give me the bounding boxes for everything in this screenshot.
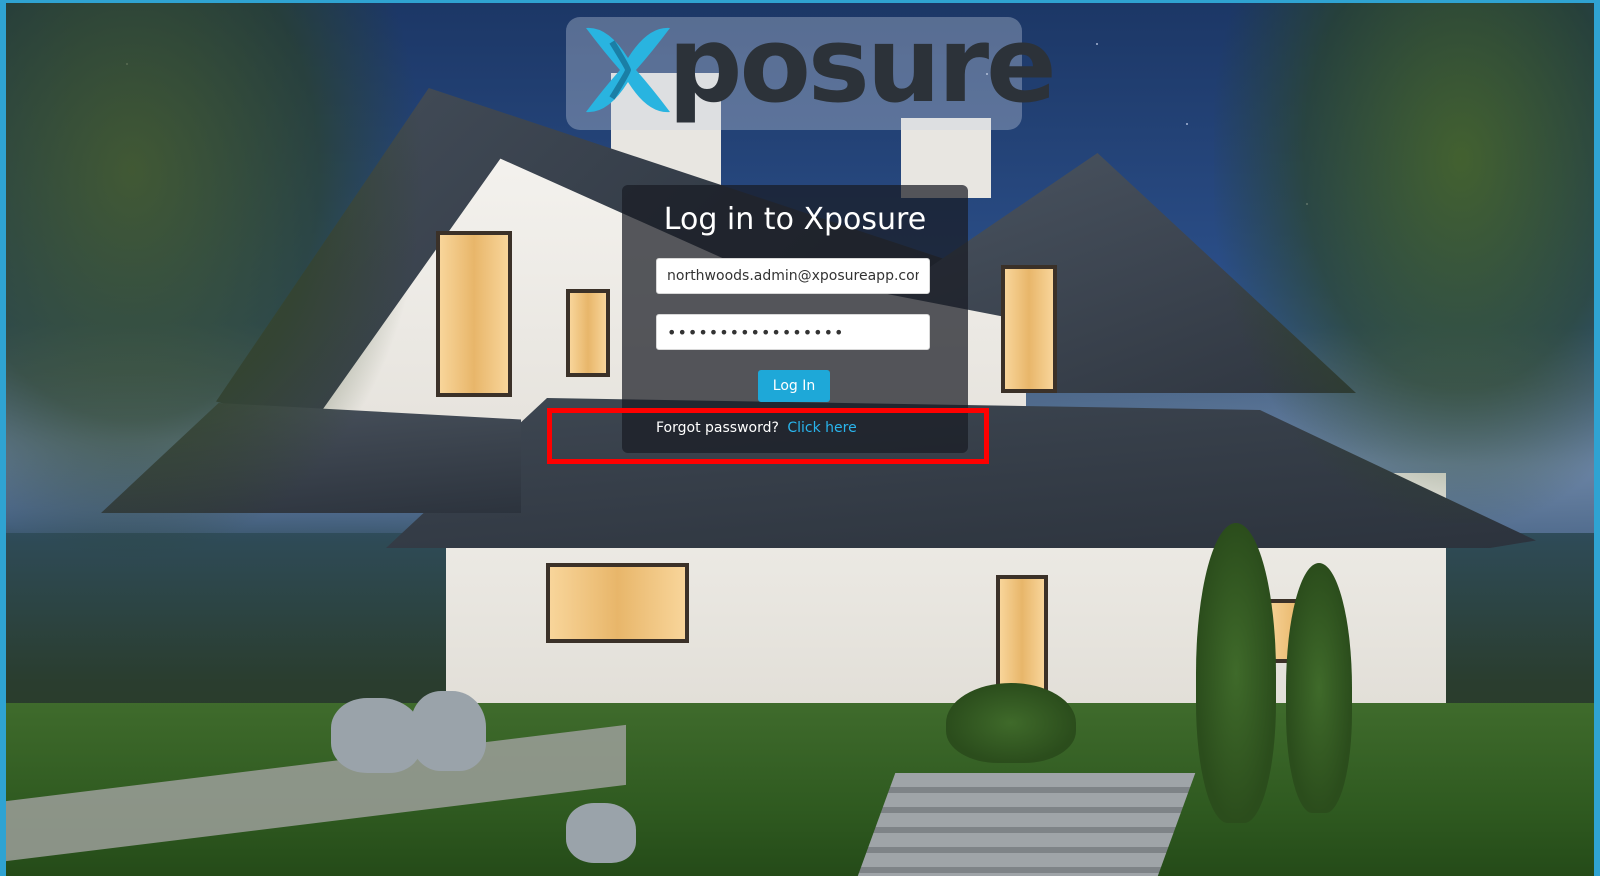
cypress-tree (1286, 563, 1352, 813)
rock (566, 803, 636, 863)
cypress-tree (1196, 523, 1276, 823)
rock (331, 698, 421, 773)
logo-wordmark: posure (668, 4, 1057, 126)
email-field[interactable] (656, 258, 930, 294)
login-title: Log in to Xposure (663, 202, 927, 237)
highlight-box (547, 408, 989, 464)
tree (6, 3, 426, 563)
tree (1214, 3, 1594, 523)
rock (411, 691, 486, 771)
window (546, 563, 689, 643)
window (436, 231, 512, 397)
password-field[interactable] (656, 314, 930, 350)
login-button[interactable]: Log In (758, 370, 830, 402)
stairs (856, 773, 1196, 876)
window (566, 289, 610, 377)
shrub (946, 683, 1076, 763)
xposure-x-icon (586, 27, 670, 113)
window (1001, 265, 1057, 393)
window (996, 575, 1048, 701)
